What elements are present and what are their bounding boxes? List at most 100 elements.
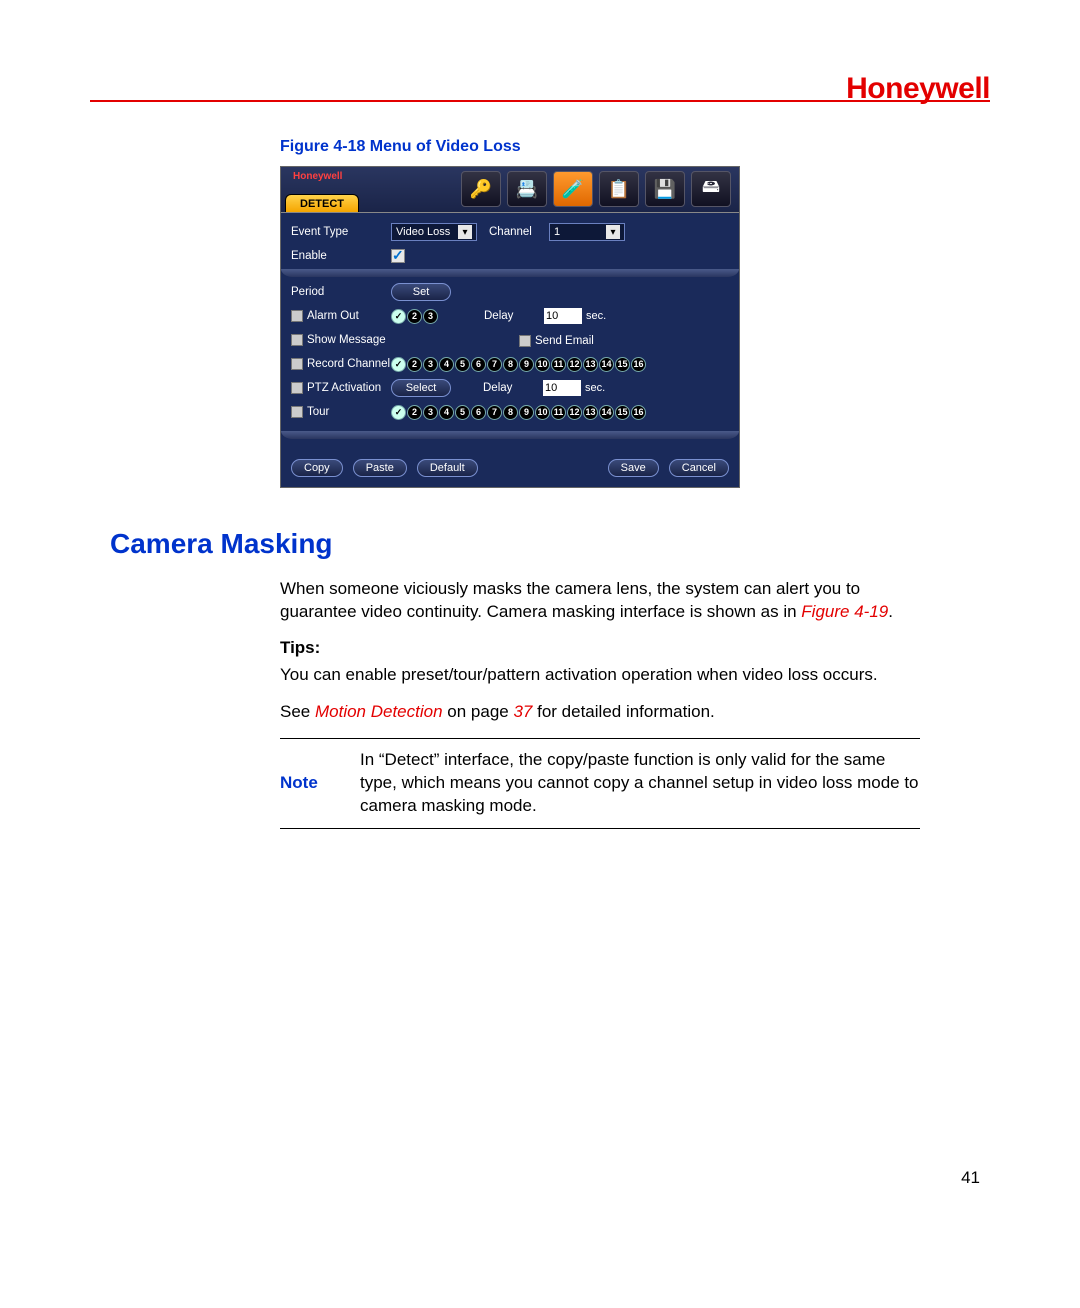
event-type-label: Event Type: [291, 226, 391, 238]
channel-12[interactable]: 12: [567, 405, 582, 420]
channel-4[interactable]: 4: [439, 405, 454, 420]
period-label: Period: [291, 286, 391, 298]
delay2-label: Delay: [483, 382, 543, 394]
section-title: Camera Masking: [110, 528, 990, 560]
alarm-out-label: Alarm Out: [291, 310, 391, 322]
channel-2[interactable]: 2: [407, 309, 422, 324]
channel-5[interactable]: 5: [455, 405, 470, 420]
channel-12[interactable]: 12: [567, 357, 582, 372]
channel-6[interactable]: 6: [471, 357, 486, 372]
dvr-screenshot: Honeywell DETECT 🔑 📇 🧪 📋 💾 🖴 Event Type …: [280, 166, 740, 488]
channel-4[interactable]: 4: [439, 357, 454, 372]
header-rule: Honeywell: [90, 100, 990, 102]
disk-icon[interactable]: 💾: [645, 171, 685, 207]
channel-7[interactable]: 7: [487, 357, 502, 372]
dvr-tab-detect[interactable]: DETECT: [285, 194, 359, 212]
channel-10[interactable]: 10: [535, 357, 550, 372]
channel-15[interactable]: 15: [615, 405, 630, 420]
delay1-input[interactable]: 10: [544, 308, 582, 324]
sec-label: sec.: [586, 310, 606, 322]
copy-button[interactable]: Copy: [291, 459, 343, 477]
tips-label: Tips:: [280, 638, 990, 658]
channel-14[interactable]: 14: [599, 405, 614, 420]
page-ref: 37: [513, 702, 532, 721]
channel-9[interactable]: 9: [519, 357, 534, 372]
ptz-label: PTZ Activation: [291, 382, 391, 394]
save-button[interactable]: Save: [608, 459, 659, 477]
dvr-top-icons: 🔑 📇 🧪 📋 💾 🖴: [461, 171, 731, 207]
channel-3[interactable]: 3: [423, 405, 438, 420]
motion-detection-ref: Motion Detection: [315, 702, 443, 721]
card-icon[interactable]: 📇: [507, 171, 547, 207]
record-channels[interactable]: ✓2345678910111213141516: [391, 357, 646, 372]
channel-10[interactable]: 10: [535, 405, 550, 420]
sec-label-2: sec.: [585, 382, 605, 394]
channel-11[interactable]: 11: [551, 357, 566, 372]
channel-16[interactable]: 16: [631, 357, 646, 372]
paste-button[interactable]: Paste: [353, 459, 407, 477]
bottles-icon[interactable]: 🧪: [553, 171, 593, 207]
show-message-checkbox[interactable]: [291, 334, 303, 346]
channel-3[interactable]: 3: [423, 357, 438, 372]
keys-icon[interactable]: 🔑: [461, 171, 501, 207]
figure-ref: Figure 4-19: [801, 602, 888, 621]
channel-8[interactable]: 8: [503, 357, 518, 372]
channel-1[interactable]: ✓: [391, 309, 406, 324]
channel-14[interactable]: 14: [599, 357, 614, 372]
clipboard-icon[interactable]: 📋: [599, 171, 639, 207]
channel-16[interactable]: 16: [631, 405, 646, 420]
channel-3[interactable]: 3: [423, 309, 438, 324]
tour-label: Tour: [291, 406, 391, 418]
note-text: In “Detect” interface, the copy/paste fu…: [360, 749, 920, 818]
brand-logo: Honeywell: [846, 72, 990, 106]
enable-label: Enable: [291, 250, 391, 262]
send-email-checkbox[interactable]: [519, 335, 531, 347]
channel-15[interactable]: 15: [615, 357, 630, 372]
period-set-button[interactable]: Set: [391, 283, 451, 301]
delay2-input[interactable]: 10: [543, 380, 581, 396]
channel-2[interactable]: 2: [407, 405, 422, 420]
channel-1[interactable]: ✓: [391, 405, 406, 420]
note-box: Note In “Detect” interface, the copy/pas…: [280, 738, 920, 829]
channel-7[interactable]: 7: [487, 405, 502, 420]
enable-checkbox[interactable]: [391, 249, 405, 263]
figure-caption: Figure 4-18 Menu of Video Loss: [280, 138, 990, 156]
chevron-down-icon: ▾: [606, 225, 620, 239]
tour-checkbox[interactable]: [291, 406, 303, 418]
channel-1[interactable]: ✓: [391, 357, 406, 372]
channel-9[interactable]: 9: [519, 405, 534, 420]
alarm-out-channels[interactable]: ✓23: [391, 309, 438, 324]
tour-channels[interactable]: ✓2345678910111213141516: [391, 405, 646, 420]
channel-2[interactable]: 2: [407, 357, 422, 372]
page-number: 41: [961, 1168, 980, 1188]
default-button[interactable]: Default: [417, 459, 478, 477]
channel-6[interactable]: 6: [471, 405, 486, 420]
ptz-checkbox[interactable]: [291, 382, 303, 394]
send-email-label: Send Email: [519, 333, 594, 347]
event-type-select[interactable]: Video Loss ▾: [391, 223, 477, 241]
channel-label: Channel: [489, 226, 549, 238]
paragraph-3: See Motion Detection on page 37 for deta…: [280, 701, 920, 724]
channel-value: 1: [554, 226, 560, 238]
dvr-logo: Honeywell: [293, 171, 342, 182]
note-label: Note: [280, 749, 360, 818]
channel-11[interactable]: 11: [551, 405, 566, 420]
paragraph-2: You can enable preset/tour/pattern activ…: [280, 664, 920, 687]
delay1-label: Delay: [484, 310, 544, 322]
alarm-out-checkbox[interactable]: [291, 310, 303, 322]
channel-13[interactable]: 13: [583, 357, 598, 372]
record-channel-checkbox[interactable]: [291, 358, 303, 370]
chevron-down-icon: ▾: [458, 225, 472, 239]
channel-8[interactable]: 8: [503, 405, 518, 420]
drive-icon[interactable]: 🖴: [691, 171, 731, 207]
ptz-select-button[interactable]: Select: [391, 379, 451, 397]
show-message-label: Show Message: [291, 334, 411, 346]
paragraph-1: When someone viciously masks the camera …: [280, 578, 920, 624]
channel-5[interactable]: 5: [455, 357, 470, 372]
record-channel-label: Record Channel: [291, 358, 391, 370]
dvr-titlebar: Honeywell DETECT 🔑 📇 🧪 📋 💾 🖴: [281, 167, 739, 213]
cancel-button[interactable]: Cancel: [669, 459, 729, 477]
channel-select[interactable]: 1 ▾: [549, 223, 625, 241]
event-type-value: Video Loss: [396, 226, 450, 238]
channel-13[interactable]: 13: [583, 405, 598, 420]
